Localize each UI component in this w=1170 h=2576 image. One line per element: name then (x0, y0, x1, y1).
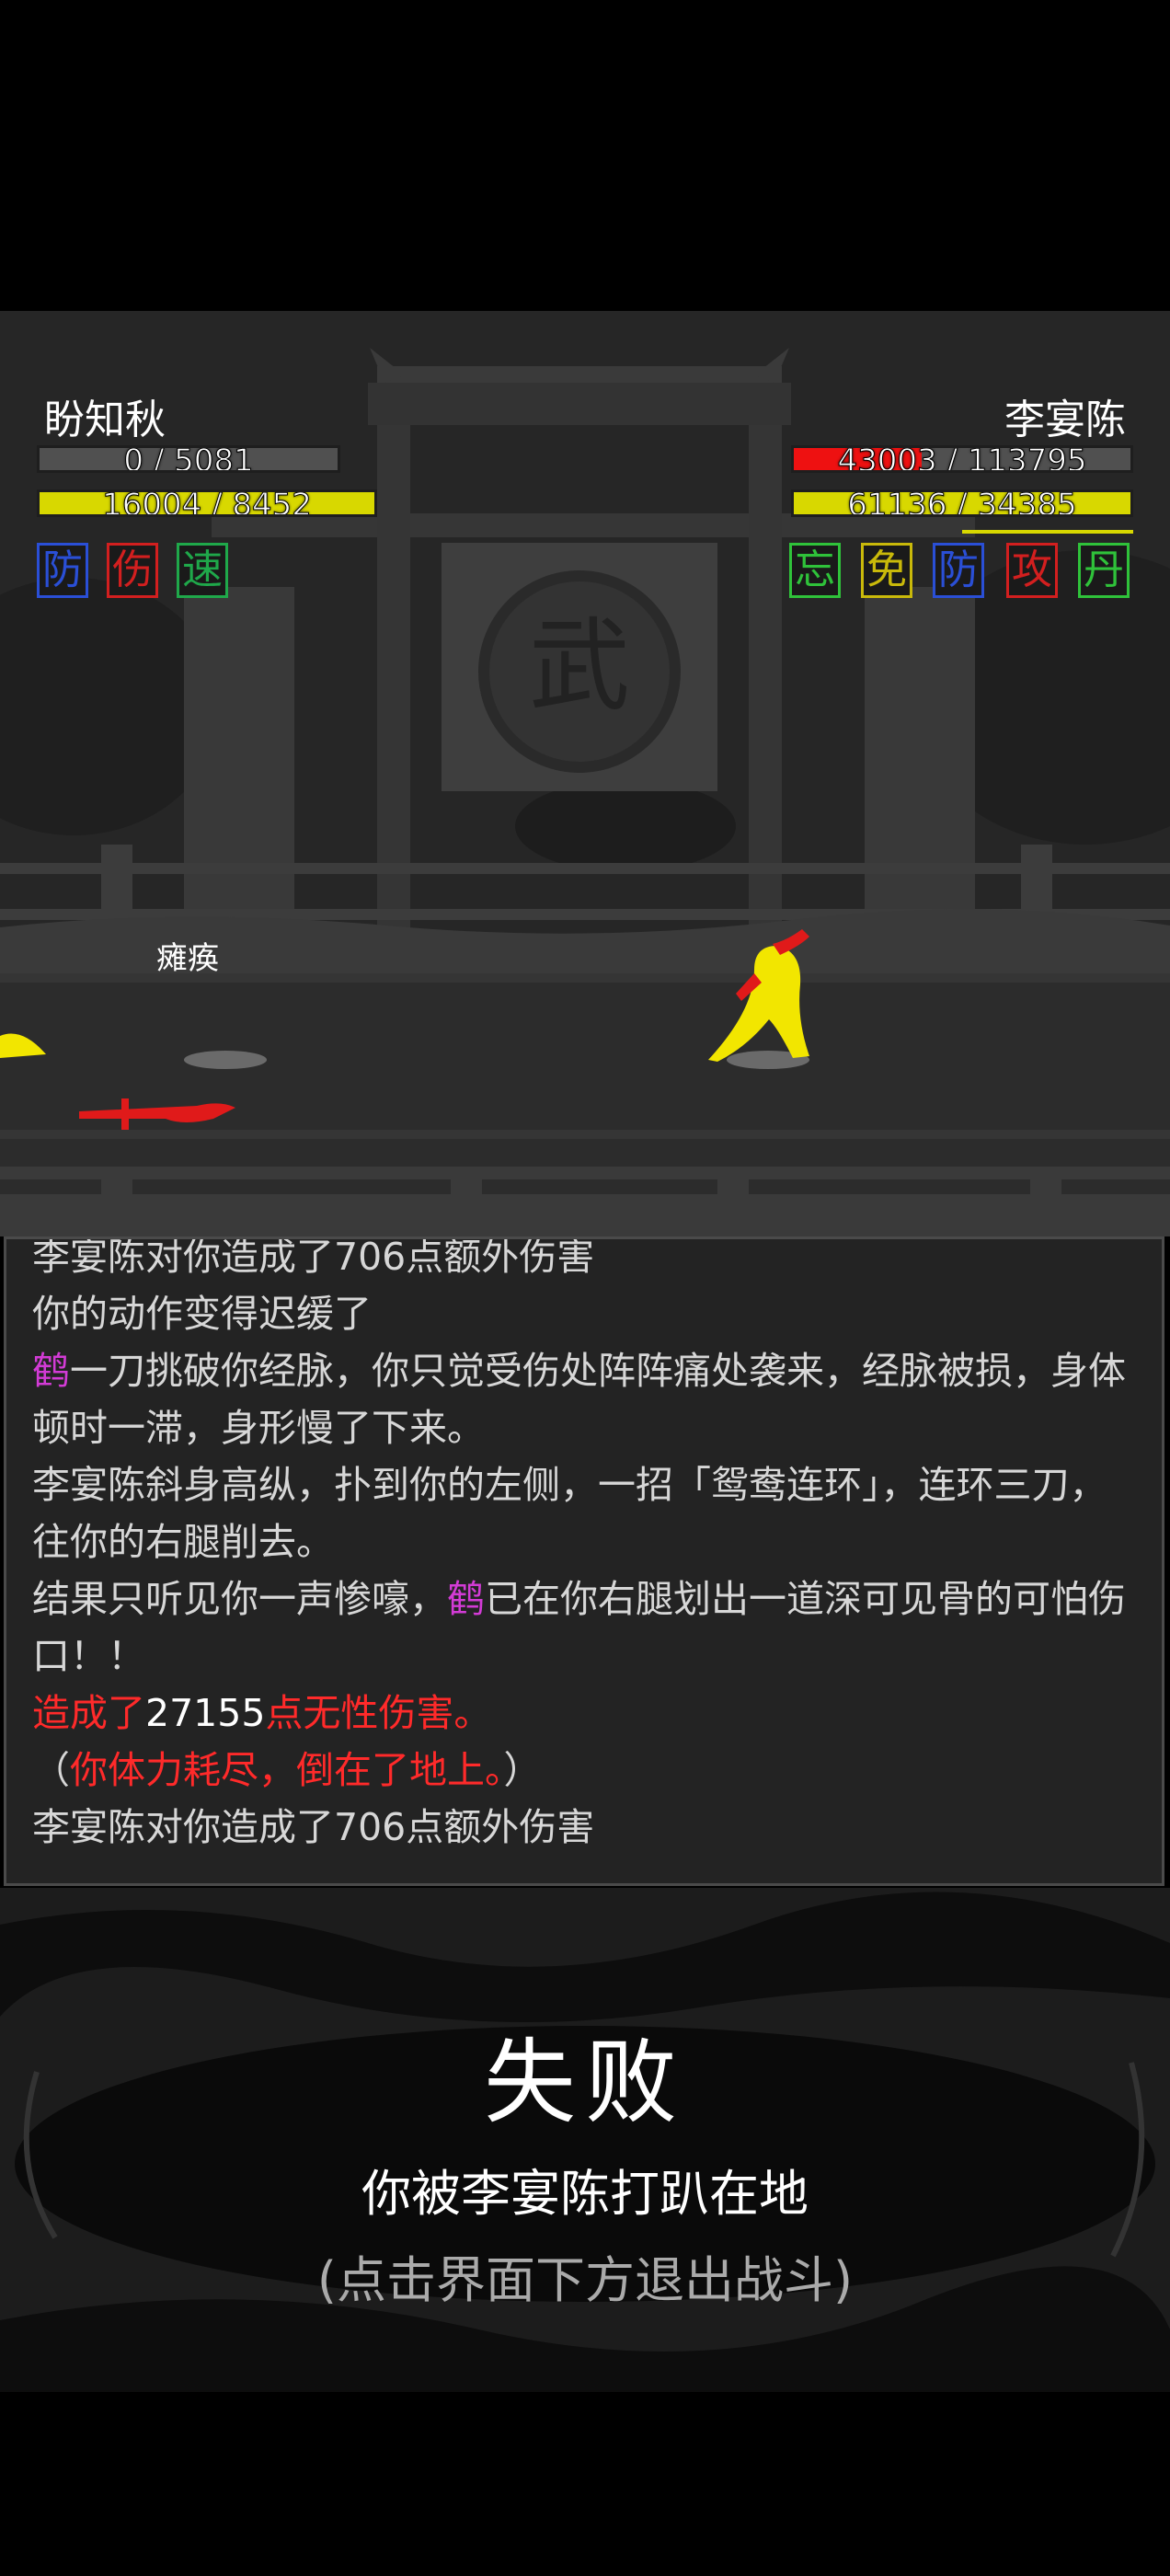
player-hp-bar: 0 / 5081 (37, 445, 340, 473)
log-segment: 李宴陈斜身高纵，扑到你的左侧，一招「鸳鸯连环」，连环三刀，往你的右腿削去。 (32, 1463, 1107, 1564)
log-segment: 27155 (145, 1691, 266, 1735)
log-line: 李宴陈对你造成了706点额外伤害 (32, 1799, 1143, 1856)
player-buff-speed[interactable]: 速 (177, 543, 228, 598)
log-line: 李宴陈对你造成了706点额外伤害 (32, 1236, 1143, 1285)
log-segment: 一刀挑破你经脉，你只觉受伤处阵阵痛处袭来，经脉被损，身体顿时一滞，身形慢了下来。 (32, 1349, 1126, 1450)
log-line: 鹤一刀挑破你经脉，你只觉受伤处阵阵痛处袭来，经脉被损，身体顿时一滞，身形慢了下来… (32, 1342, 1143, 1456)
player-mp-bar: 16004 / 8452 (37, 489, 377, 517)
enemy-name: 李宴陈 (1004, 397, 1126, 443)
enemy-charge-line (962, 530, 1133, 534)
battle-result-panel[interactable]: 失败 你被李宴陈打趴在地 (点击界面下方退出战斗) (0, 1888, 1170, 2392)
log-segment: 李宴陈对你造成了706点额外伤害 (32, 1805, 595, 1849)
enemy-buff-pill[interactable]: 丹 (1078, 543, 1130, 598)
player-name: 盼知秋 (44, 397, 166, 443)
enemy-hp-bar: 43003 / 113795 (791, 445, 1133, 473)
battle-scene: 武 盼知秋 李宴陈 0 / 5081 16004 / 8452 43003 / … (0, 311, 1170, 1236)
player-buff-defense[interactable]: 防 (37, 543, 88, 598)
log-segment: 鹤 (447, 1577, 485, 1621)
enemy-mp-bar: 61136 / 34385 (791, 489, 1133, 517)
result-message: 你被李宴陈打趴在地 (361, 2165, 809, 2223)
dropped-blade-sprite (79, 1103, 235, 1122)
combat-log[interactable]: 李宴陈对你造成了706点额外伤害 你的动作变得迟缓了 鹤一刀挑破你经脉，你只觉受伤处… (4, 1236, 1164, 1886)
log-segment: （ (32, 1748, 70, 1792)
log-line: 李宴陈斜身高纵，扑到你的左侧，一招「鸳鸯连环」，连环三刀，往你的右腿削去。 (32, 1456, 1143, 1570)
player-buff-damage[interactable]: 伤 (107, 543, 158, 598)
log-segment: 鹤 (32, 1349, 70, 1393)
result-title: 失败 (484, 2029, 686, 2136)
log-segment: 造成了 (32, 1691, 145, 1735)
enemy-buff-immune[interactable]: 免 (861, 543, 912, 598)
log-segment: 李宴陈对你造成了706点额外伤害 (32, 1236, 595, 1279)
log-line: 造成了27155点无性伤害。 (32, 1685, 1143, 1742)
enemy-sprite (708, 929, 809, 1062)
player-mp-text: 16004 / 8452 (102, 489, 313, 517)
enemy-buff-attack[interactable]: 攻 (1006, 543, 1058, 598)
player-status-label: 瘫痪 (156, 940, 219, 977)
log-segment: 结果只听见你一声惨嚎， (32, 1577, 447, 1621)
log-line: 你的动作变得迟缓了 (32, 1285, 1143, 1342)
enemy-buff-forget[interactable]: 忘 (789, 543, 841, 598)
log-line: 结果只听见你一声惨嚎，鹤已在你右腿划出一道深可见骨的可怕伤口！！ (32, 1570, 1143, 1685)
enemy-buff-defense[interactable]: 防 (933, 543, 984, 598)
player-hp-text: 0 / 5081 (123, 445, 254, 473)
exit-battle-hint[interactable]: (点击界面下方退出战斗) (0, 2239, 1170, 2312)
fallen-player-sprite (0, 1033, 46, 1058)
log-segment: 点无性伤害。 (265, 1691, 492, 1735)
enemy-mp-text: 61136 / 34385 (847, 489, 1077, 517)
log-segment: ） (503, 1748, 542, 1792)
combat-log-lines: 李宴陈对你造成了706点额外伤害 你的动作变得迟缓了 鹤一刀挑破你经脉，你只觉受伤处… (32, 1236, 1143, 1856)
log-segment: 你的动作变得迟缓了 (32, 1292, 372, 1336)
log-segment: 你体力耗尽，倒在了地上。 (70, 1748, 504, 1792)
enemy-hp-text: 43003 / 113795 (837, 445, 1087, 473)
log-line: （你体力耗尽，倒在了地上。） (32, 1742, 1143, 1799)
